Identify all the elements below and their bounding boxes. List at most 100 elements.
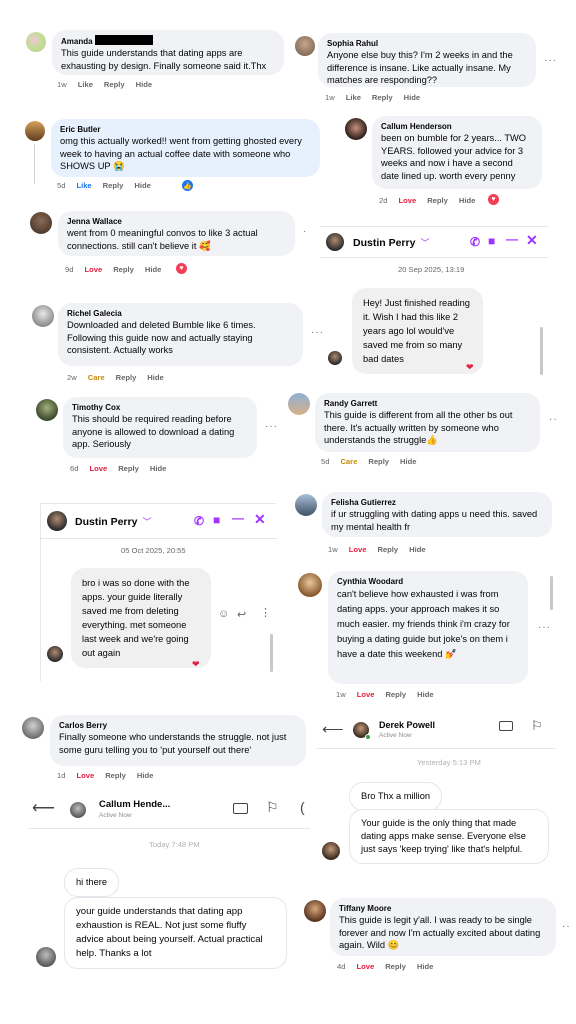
reply-button[interactable]: Reply bbox=[103, 181, 124, 190]
commenter-name[interactable]: Felisha Gutierrez bbox=[331, 497, 543, 508]
more-options-icon[interactable]: ··· bbox=[544, 55, 557, 66]
avatar[interactable] bbox=[32, 305, 54, 327]
avatar[interactable] bbox=[295, 494, 317, 516]
commenter-name[interactable]: Amanda bbox=[61, 35, 275, 47]
back-arrow-icon[interactable]: ⟵ bbox=[322, 720, 344, 738]
more-options-icon[interactable]: ·· bbox=[549, 414, 558, 425]
chat-contact-name[interactable]: Dustin Perry bbox=[353, 237, 415, 249]
commenter-name[interactable]: Callum Henderson bbox=[381, 121, 533, 132]
hide-button[interactable]: Hide bbox=[145, 265, 161, 274]
flag-icon[interactable]: ⚐ bbox=[266, 799, 279, 816]
reply-button[interactable]: Reply bbox=[118, 464, 139, 473]
love-button[interactable]: Love bbox=[89, 464, 107, 473]
like-reaction-icon[interactable]: 👍 bbox=[182, 180, 193, 191]
avatar[interactable] bbox=[326, 233, 344, 251]
avatar[interactable] bbox=[26, 32, 46, 52]
avatar[interactable] bbox=[30, 212, 52, 234]
info-icon[interactable]: ( bbox=[300, 799, 305, 815]
hide-button[interactable]: Hide bbox=[417, 962, 433, 971]
reply-button[interactable]: Reply bbox=[372, 93, 393, 102]
chevron-down-icon[interactable]: ﹀ bbox=[420, 236, 429, 249]
close-icon[interactable]: ✕ bbox=[254, 511, 266, 528]
hide-button[interactable]: Hide bbox=[409, 545, 425, 554]
more-options-icon[interactable]: ··· bbox=[538, 622, 551, 633]
avatar[interactable] bbox=[298, 573, 322, 597]
reply-button[interactable]: Reply bbox=[105, 771, 126, 780]
heart-reaction-icon[interactable]: ❤ bbox=[466, 362, 474, 373]
commenter-name[interactable]: Eric Butler bbox=[60, 124, 311, 135]
commenter-name[interactable]: Carlos Berry bbox=[59, 720, 297, 731]
avatar[interactable] bbox=[47, 511, 67, 531]
video-icon[interactable]: ■ bbox=[488, 234, 495, 248]
more-options-icon[interactable]: · bbox=[303, 226, 307, 237]
care-button[interactable]: Care bbox=[88, 373, 105, 382]
love-button[interactable]: Love bbox=[357, 690, 375, 699]
like-button[interactable]: Like bbox=[76, 181, 91, 190]
minimize-icon[interactable]: — bbox=[232, 511, 244, 525]
hide-button[interactable]: Hide bbox=[150, 464, 166, 473]
reply-button[interactable]: Reply bbox=[385, 962, 406, 971]
love-button[interactable]: Love bbox=[398, 196, 416, 205]
reply-arrow-icon[interactable]: ↩ bbox=[237, 608, 246, 621]
love-button[interactable]: Love bbox=[349, 545, 367, 554]
chevron-down-icon[interactable]: ﹀ bbox=[142, 515, 151, 528]
hide-button[interactable]: Hide bbox=[417, 690, 433, 699]
reply-button[interactable]: Reply bbox=[385, 690, 406, 699]
reply-button[interactable]: Reply bbox=[116, 373, 137, 382]
hide-button[interactable]: Hide bbox=[134, 181, 150, 190]
reply-button[interactable]: Reply bbox=[113, 265, 134, 274]
video-call-icon[interactable] bbox=[499, 721, 513, 731]
commenter-name[interactable]: Timothy Cox bbox=[72, 402, 248, 413]
hide-button[interactable]: Hide bbox=[147, 373, 163, 382]
close-icon[interactable]: ✕ bbox=[526, 232, 538, 249]
hide-button[interactable]: Hide bbox=[137, 771, 153, 780]
hide-button[interactable]: Hide bbox=[400, 457, 416, 466]
reply-button[interactable]: Reply bbox=[377, 545, 398, 554]
commenter-name[interactable]: Tiffany Moore bbox=[339, 903, 547, 914]
avatar[interactable] bbox=[22, 717, 44, 739]
emoji-icon[interactable]: ☺ bbox=[218, 608, 229, 620]
reply-button[interactable]: Reply bbox=[427, 196, 448, 205]
like-button[interactable]: Like bbox=[346, 93, 361, 102]
avatar[interactable] bbox=[345, 118, 367, 140]
commenter-name[interactable]: Jenna Wallace bbox=[67, 216, 286, 227]
hide-button[interactable]: Hide bbox=[404, 93, 420, 102]
avatar[interactable] bbox=[47, 646, 63, 662]
flag-icon[interactable]: ⚐ bbox=[531, 718, 543, 734]
minimize-icon[interactable]: — bbox=[506, 232, 518, 246]
avatar[interactable] bbox=[70, 802, 86, 818]
phone-icon[interactable]: ✆ bbox=[194, 514, 204, 528]
phone-icon[interactable]: ✆ bbox=[470, 235, 480, 249]
hide-button[interactable]: Hide bbox=[459, 196, 475, 205]
love-button[interactable]: Love bbox=[84, 265, 102, 274]
back-arrow-icon[interactable]: ⟵ bbox=[32, 798, 55, 818]
video-icon[interactable]: ■ bbox=[213, 513, 220, 527]
chat-contact-name[interactable]: Derek Powell bbox=[379, 720, 435, 730]
avatar[interactable] bbox=[25, 121, 45, 141]
scrollbar[interactable] bbox=[550, 576, 553, 610]
scrollbar[interactable] bbox=[540, 327, 543, 375]
love-button[interactable]: Love bbox=[76, 771, 94, 780]
avatar[interactable] bbox=[295, 36, 315, 56]
avatar[interactable] bbox=[288, 393, 310, 415]
chat-contact-name[interactable]: Dustin Perry bbox=[75, 516, 137, 528]
heart-reaction-icon[interactable]: ♥ bbox=[176, 263, 187, 274]
more-options-icon[interactable]: ·· bbox=[562, 921, 571, 932]
avatar[interactable] bbox=[328, 351, 342, 365]
reply-button[interactable]: Reply bbox=[368, 457, 389, 466]
heart-reaction-icon[interactable]: ♥ bbox=[488, 194, 499, 205]
commenter-name[interactable]: Randy Garrett bbox=[324, 398, 531, 409]
avatar[interactable] bbox=[36, 399, 58, 421]
commenter-name[interactable]: Sophia Rahul bbox=[327, 38, 527, 49]
video-call-icon[interactable] bbox=[233, 803, 248, 814]
chat-contact-name[interactable]: Callum Hende... bbox=[99, 799, 170, 810]
care-button[interactable]: Care bbox=[340, 457, 357, 466]
commenter-name[interactable]: Richel Galecia bbox=[67, 308, 294, 319]
commenter-name[interactable]: Cynthia Woodard bbox=[337, 576, 519, 587]
avatar[interactable] bbox=[322, 842, 340, 860]
avatar[interactable] bbox=[304, 900, 326, 922]
like-button[interactable]: Like bbox=[78, 80, 93, 89]
reply-button[interactable]: Reply bbox=[104, 80, 125, 89]
more-options-icon[interactable]: ··· bbox=[311, 327, 324, 338]
love-button[interactable]: Love bbox=[356, 962, 374, 971]
